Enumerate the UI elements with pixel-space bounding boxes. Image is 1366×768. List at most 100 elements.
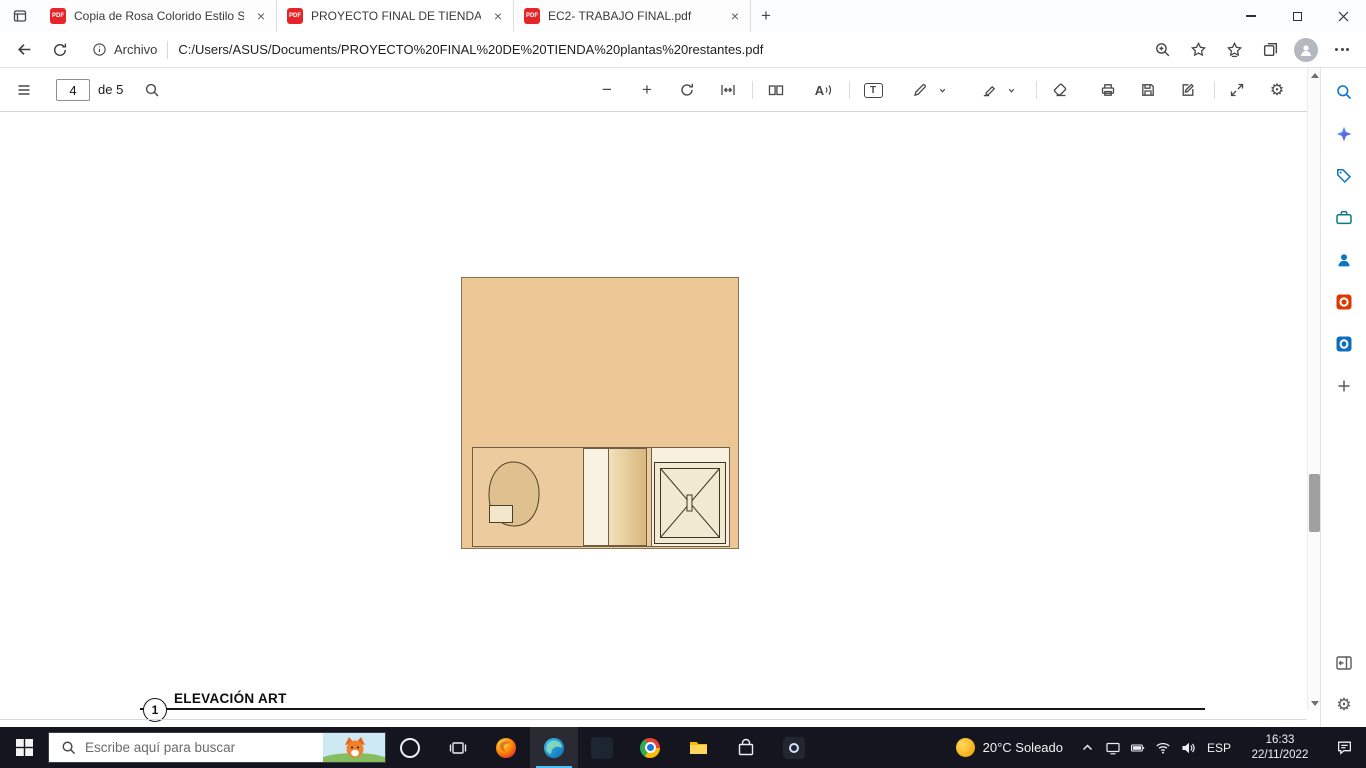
zoom-out-icon[interactable]: − <box>593 76 621 104</box>
divider <box>752 81 753 99</box>
divider <box>849 81 850 99</box>
sidebar-add-icon[interactable] <box>1332 374 1356 398</box>
show-hidden-icons-caret[interactable] <box>1075 727 1100 768</box>
zoom-in-icon[interactable]: + <box>633 76 661 104</box>
edge-window: PDF Copia de Rosa Colorido Estilo Se × P… <box>0 0 1366 768</box>
language-indicator[interactable]: ESP <box>1200 741 1238 755</box>
sidebar-copilot-icon[interactable] <box>1332 122 1356 146</box>
tab-actions-menu-icon[interactable] <box>0 0 40 32</box>
sidebar-office-app-icon[interactable] <box>1332 290 1356 314</box>
clock-widget[interactable]: 16:33 22/11/2022 <box>1238 733 1322 763</box>
draw-pen-icon[interactable] <box>906 76 934 104</box>
save-as-edit-icon[interactable] <box>1174 76 1202 104</box>
weather-text: 20°C Soleado <box>982 740 1063 755</box>
eraser-icon[interactable] <box>1046 76 1074 104</box>
taskbar-search-input[interactable] <box>85 740 305 755</box>
zoom-icon[interactable] <box>1144 34 1180 66</box>
read-aloud-icon[interactable]: A <box>810 76 838 104</box>
pdf-file-icon: PDF <box>50 8 66 24</box>
sidebar-tools-briefcase-icon[interactable] <box>1332 206 1356 230</box>
highlighter-dropdown-icon[interactable] <box>1003 82 1019 98</box>
page-count-label: de 5 <box>98 82 124 97</box>
time-label: 16:33 <box>1265 733 1295 746</box>
close-button[interactable] <box>1320 0 1366 32</box>
pdf-settings-gear-icon[interactable]: ⚙ <box>1263 76 1291 104</box>
weather-widget[interactable]: 20°C Soleado <box>944 727 1075 768</box>
address-bar: Archivo C:/Users/ASUS/Documents/PROYECTO… <box>0 32 1366 68</box>
minimize-button[interactable] <box>1228 0 1274 32</box>
url-text[interactable]: C:/Users/ASUS/Documents/PROYECTO%20FINAL… <box>178 42 1144 57</box>
back-icon[interactable] <box>6 34 42 66</box>
file-chip-label: Archivo <box>114 42 158 57</box>
architectural-elevation-drawing <box>461 277 739 549</box>
wifi-tray-icon[interactable] <box>1150 727 1175 768</box>
windows-taskbar: 20°C Soleado ESP 16:33 22/11/2022 <box>0 727 1366 768</box>
pdf-vertical-scrollbar[interactable] <box>1307 68 1320 710</box>
scrollbar-thumb[interactable] <box>1309 474 1320 532</box>
action-center-icon[interactable] <box>1322 727 1366 768</box>
highlighter-icon[interactable] <box>975 76 1003 104</box>
edge-sidebar: ⚙ <box>1320 68 1366 727</box>
favorites-star-icon[interactable] <box>1180 34 1216 66</box>
search-highlight-fox-image[interactable] <box>323 733 385 762</box>
collections-icon[interactable] <box>1252 34 1288 66</box>
file-explorer-icon[interactable] <box>674 727 722 768</box>
divider <box>1214 81 1215 99</box>
tab-close-icon[interactable]: × <box>252 7 270 25</box>
date-label: 22/11/2022 <box>1251 748 1309 761</box>
microsoft-store-icon[interactable] <box>722 727 770 768</box>
toc-menu-icon[interactable] <box>10 76 38 104</box>
refresh-icon[interactable] <box>42 34 78 66</box>
page-bottom-edge <box>0 719 1307 720</box>
print-icon[interactable] <box>1094 76 1122 104</box>
search-document-icon[interactable] <box>138 76 166 104</box>
sidebar-panel-toggle-icon[interactable] <box>1332 651 1356 675</box>
fullscreen-icon[interactable] <box>1223 76 1251 104</box>
tab-title: EC2- TRABAJO FINAL.pdf <box>548 9 692 23</box>
start-button[interactable] <box>0 727 48 768</box>
page-view-icon[interactable] <box>762 76 790 104</box>
display-tray-icon[interactable] <box>1100 727 1125 768</box>
window-controls <box>1228 0 1366 32</box>
search-icon <box>62 741 76 755</box>
sidebar-outlook-icon[interactable] <box>1332 332 1356 356</box>
battery-tray-icon[interactable] <box>1125 727 1150 768</box>
tab-title: PROYECTO FINAL DE TIENDA pla <box>311 9 481 23</box>
pdf-file-icon: PDF <box>287 8 303 24</box>
maximize-button[interactable] <box>1274 0 1320 32</box>
view-title: ELEVACIÓN ART <box>174 691 287 706</box>
view-title-rule <box>140 708 1205 710</box>
new-tab-button[interactable]: + <box>751 1 781 31</box>
cortana-icon[interactable] <box>386 727 434 768</box>
browser-tab-2-active[interactable]: PDF PROYECTO FINAL DE TIENDA pla × <box>277 0 514 32</box>
task-view-icon[interactable] <box>434 727 482 768</box>
chrome-icon[interactable] <box>626 727 674 768</box>
dark-app-icon[interactable] <box>578 727 626 768</box>
sidebar-search-icon[interactable] <box>1332 80 1356 104</box>
tab-close-icon[interactable]: × <box>726 7 744 25</box>
settings-more-icon[interactable] <box>1324 34 1360 66</box>
sidebar-m365-person-icon[interactable] <box>1332 248 1356 272</box>
browser-tab-1[interactable]: PDF Copia de Rosa Colorido Estilo Se × <box>40 0 277 32</box>
sun-icon <box>955 738 975 757</box>
favorites-bar-icon[interactable] <box>1216 34 1252 66</box>
sidebar-shopping-tag-icon[interactable] <box>1332 164 1356 188</box>
page-number-input[interactable] <box>56 79 90 101</box>
app-icon-2[interactable] <box>770 727 818 768</box>
fit-to-width-icon[interactable] <box>714 76 742 104</box>
pdf-toolbar: de 5 − + A T <box>0 68 1307 112</box>
save-icon[interactable] <box>1134 76 1162 104</box>
browser-tab-3[interactable]: PDF EC2- TRABAJO FINAL.pdf × <box>514 0 751 32</box>
profile-avatar[interactable] <box>1288 34 1324 66</box>
file-permission-chip[interactable]: Archivo <box>92 42 157 57</box>
draw-pen-dropdown-icon[interactable] <box>934 82 950 98</box>
add-text-icon[interactable]: T <box>859 76 887 104</box>
edge-icon[interactable] <box>530 727 578 768</box>
tab-bar: PDF Copia de Rosa Colorido Estilo Se × P… <box>0 0 1366 32</box>
tab-close-icon[interactable]: × <box>489 7 507 25</box>
rotate-icon[interactable] <box>673 76 701 104</box>
taskbar-search-box[interactable] <box>48 732 386 763</box>
firefox-icon[interactable] <box>482 727 530 768</box>
sidebar-settings-gear-icon[interactable]: ⚙ <box>1332 693 1356 717</box>
volume-tray-icon[interactable] <box>1175 727 1200 768</box>
